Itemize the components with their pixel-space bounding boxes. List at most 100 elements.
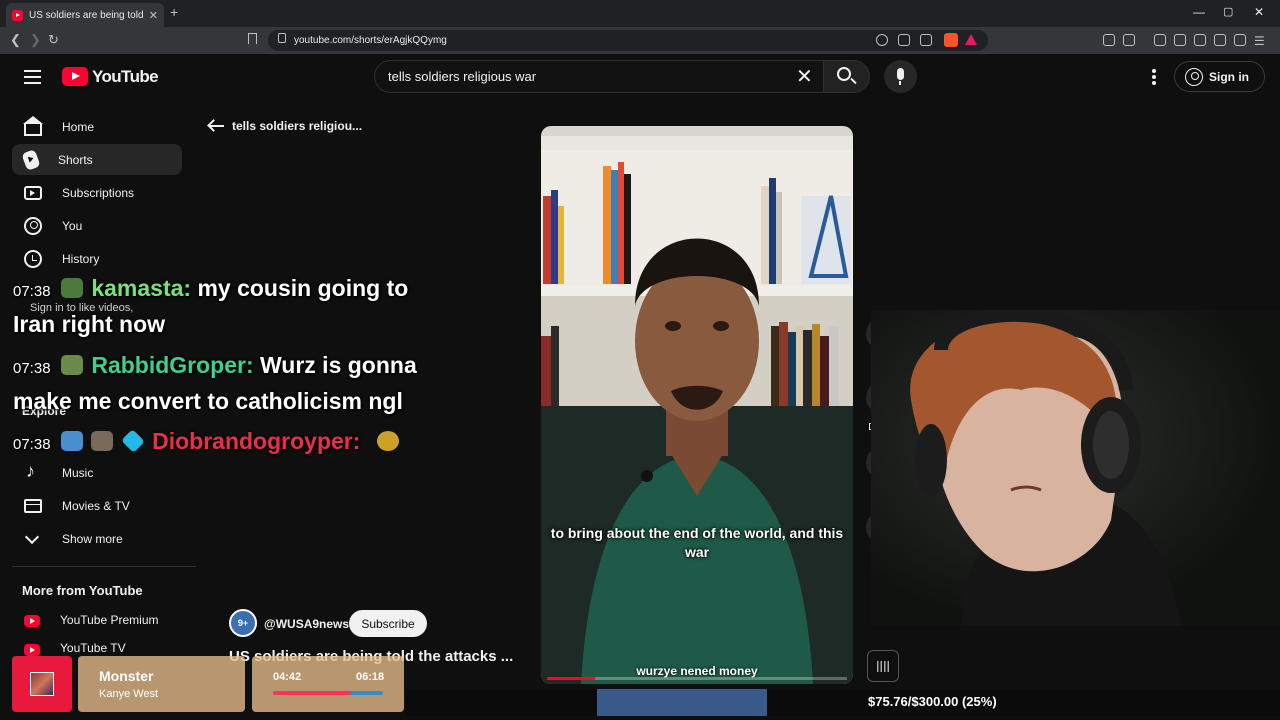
search-icon[interactable]	[837, 67, 851, 81]
donation-goal-fill	[597, 689, 767, 716]
browser-tab-strip: US soldiers are being told the ✕ + — ▢ ✕	[0, 0, 1280, 27]
music-note-icon	[24, 461, 42, 482]
sidebar-item-movies[interactable]: Movies & TV	[12, 490, 182, 521]
stream-overlay-caption: wurzye nened money	[636, 664, 758, 678]
chat-emote-icon	[60, 278, 83, 298]
close-tab-icon[interactable]: ✕	[149, 9, 158, 22]
channel-name[interactable]: @WUSA9news	[264, 617, 349, 631]
chevron-down-icon	[24, 530, 42, 548]
donation-goal-bar	[406, 689, 1280, 716]
shorts-progress-bar[interactable]	[547, 677, 847, 680]
screenshot-icon[interactable]	[1123, 34, 1135, 46]
song-title: Monster	[99, 668, 154, 684]
brave-shields-icon[interactable]	[944, 33, 958, 47]
sidebar-item-subscriptions[interactable]: Subscriptions	[12, 177, 182, 208]
chat-username: Diobrandogroyper:	[152, 428, 361, 454]
subscribe-button[interactable]: Subscribe	[349, 610, 427, 637]
sidebar-item-you[interactable]: You	[12, 210, 182, 241]
arrow-left-icon	[210, 125, 224, 127]
chat-message: 07:38 Diobrandogroyper:	[13, 425, 433, 461]
minimize-icon[interactable]: —	[1193, 5, 1205, 19]
shorts-video[interactable]: to bring about the end of the world, and…	[541, 126, 853, 684]
sidebar-item-label: YouTube Premium	[60, 612, 159, 627]
sidebar-item-label: Music	[62, 465, 94, 480]
reload-icon[interactable]: ↻	[48, 32, 59, 48]
sound-icon[interactable]	[867, 650, 899, 682]
chat-badge-icon	[120, 429, 145, 453]
close-window-icon[interactable]: ✕	[1254, 5, 1264, 19]
new-tab-icon[interactable]: +	[170, 4, 178, 20]
zoom-icon[interactable]	[876, 34, 888, 46]
share-page-icon[interactable]	[920, 34, 932, 46]
youtube-tv-icon	[24, 643, 40, 656]
sidebar-item-premium[interactable]: YouTube Premium	[12, 604, 182, 635]
more-from-youtube-heading: More from YouTube	[22, 583, 143, 598]
video-caption: to bring about the end of the world, and…	[550, 525, 844, 560]
you-icon	[24, 216, 42, 235]
sidebar-item-music[interactable]: Music	[12, 457, 182, 488]
shorts-progress-fill	[547, 677, 595, 680]
search-input[interactable]: tells soldiers religious war	[374, 60, 828, 93]
chat-badge-icon	[91, 431, 114, 451]
extensions-icon[interactable]	[1103, 34, 1115, 46]
chat-badge-icon	[60, 431, 83, 451]
bookmark-icon[interactable]	[248, 33, 257, 44]
media-icon[interactable]	[1154, 34, 1166, 46]
song-total-time: 06:18	[356, 671, 385, 683]
chat-timestamp: 07:38	[13, 283, 51, 300]
chat-emote-icon	[60, 355, 83, 375]
tab-title: US soldiers are being told the	[29, 9, 143, 21]
chat-timestamp: 07:38	[13, 436, 51, 453]
album-art	[30, 672, 54, 696]
browser-tab[interactable]: US soldiers are being told the ✕	[6, 3, 164, 27]
cast-icon[interactable]	[898, 34, 910, 46]
sidebar-toggle-icon[interactable]	[1174, 34, 1186, 46]
brave-rewards-icon[interactable]	[965, 34, 977, 45]
sign-in-button[interactable]: Sign in	[1174, 61, 1265, 92]
youtube-wordmark[interactable]: YouTube	[92, 67, 159, 87]
vpn-icon[interactable]	[1234, 34, 1246, 46]
webcam-frame	[910, 310, 1181, 626]
sidebar-item-label: Movies & TV	[62, 498, 130, 513]
maximize-icon[interactable]: ▢	[1223, 5, 1233, 18]
sidebar-item-home[interactable]: Home	[12, 111, 182, 142]
sidebar-item-shorts[interactable]: Shorts	[12, 144, 182, 175]
song-progress-bar	[273, 691, 383, 695]
shorts-back-label: tells soldiers religiou...	[232, 119, 363, 133]
home-icon	[23, 116, 43, 136]
leo-ai-icon[interactable]	[1214, 34, 1226, 46]
sidebar-item-history[interactable]: History	[12, 243, 182, 274]
chat-message: 07:38 kamasta: my cousin going to Iran r…	[13, 272, 433, 341]
forward-nav-icon[interactable]: ❯	[30, 32, 41, 48]
youtube-logo-icon[interactable]	[62, 67, 88, 86]
song-current-time: 04:42	[273, 671, 302, 683]
voice-search-icon[interactable]	[884, 60, 917, 93]
clapperboard-icon	[24, 498, 42, 513]
sidebar-item-label: YouTube TV	[60, 641, 126, 655]
song-progress-fill	[273, 691, 352, 695]
song-artist: Kanye West	[99, 688, 159, 700]
sidebar-item-label: You	[62, 218, 83, 233]
sidebar-item-label: Subscriptions	[62, 185, 135, 200]
youtube-favicon-icon	[12, 9, 23, 21]
url-text: youtube.com/shorts/erAgjkQQymg	[294, 35, 447, 46]
browser-toolbar: ❮ ❯ ↻ youtube.com/shorts/erAgjkQQymg	[0, 27, 1280, 54]
site-info-icon[interactable]	[278, 33, 286, 43]
song-time-card	[252, 656, 404, 712]
sign-in-label: Sign in	[1209, 69, 1249, 84]
hamburger-menu-icon[interactable]	[24, 70, 41, 88]
sidebar-item-label: Show more	[62, 531, 123, 546]
subscriptions-icon	[24, 185, 42, 200]
channel-avatar[interactable]: 9+	[229, 609, 257, 637]
clear-search-icon[interactable]: ✕	[796, 64, 813, 89]
chat-emote-icon	[376, 431, 399, 451]
wallet-icon[interactable]	[1194, 34, 1206, 46]
settings-kebab-icon[interactable]	[1152, 69, 1156, 87]
back-nav-icon[interactable]: ❮	[10, 32, 21, 48]
sidebar-show-more[interactable]: Show more	[12, 523, 182, 554]
search-query: tells soldiers religious war	[388, 69, 537, 84]
donation-goal-text: $75.76/$300.00 (25%)	[868, 694, 997, 709]
shorts-back-button[interactable]: tells soldiers religiou...	[210, 119, 362, 133]
browser-menu-icon[interactable]: ☰	[1254, 34, 1266, 48]
history-icon	[24, 249, 42, 268]
